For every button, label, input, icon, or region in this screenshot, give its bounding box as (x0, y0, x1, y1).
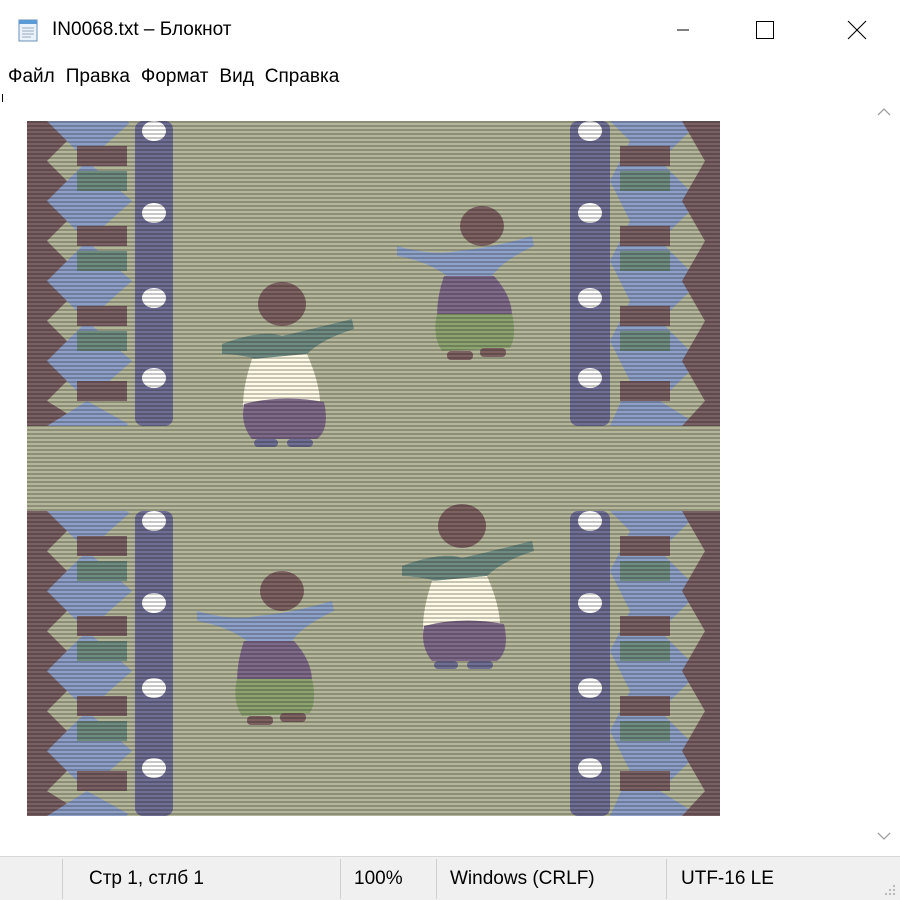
status-separator (340, 859, 341, 899)
status-separator (666, 859, 667, 899)
text-caret (2, 94, 3, 102)
close-button[interactable] (834, 0, 880, 60)
status-cursor-position: Стр 1, стлб 1 (89, 868, 204, 889)
menu-help[interactable]: Справка (260, 66, 345, 88)
status-bar: Стр 1, стлб 1 100% Windows (CRLF) UTF-16… (0, 856, 900, 900)
minimize-icon (677, 29, 689, 31)
menu-file[interactable]: Файл (0, 66, 60, 88)
status-separator (436, 859, 437, 899)
maximize-icon (756, 21, 774, 39)
scroll-up-icon[interactable] (876, 106, 892, 118)
scroll-down-icon[interactable] (876, 830, 892, 842)
menu-edit[interactable]: Правка (61, 66, 135, 88)
status-line-ending: Windows (CRLF) (450, 868, 595, 889)
status-encoding: UTF-16 LE (681, 868, 774, 889)
maximize-button[interactable] (742, 0, 788, 60)
ascii-art-picture (27, 121, 720, 816)
close-icon (847, 20, 867, 40)
vertical-scrollbar[interactable] (868, 94, 900, 856)
status-separator (62, 859, 63, 899)
menu-format[interactable]: Формат (136, 66, 214, 88)
window-title: IN0068.txt – Блокнот (52, 19, 232, 40)
resize-grip-icon[interactable] (884, 884, 896, 896)
menu-view[interactable]: Вид (214, 66, 258, 88)
title-bar: IN0068.txt – Блокнот (0, 0, 900, 60)
notepad-icon (18, 19, 38, 42)
menu-bar: Файл Правка Формат Вид Справка (0, 60, 900, 94)
status-zoom: 100% (354, 868, 403, 889)
minimize-button[interactable] (660, 0, 706, 60)
